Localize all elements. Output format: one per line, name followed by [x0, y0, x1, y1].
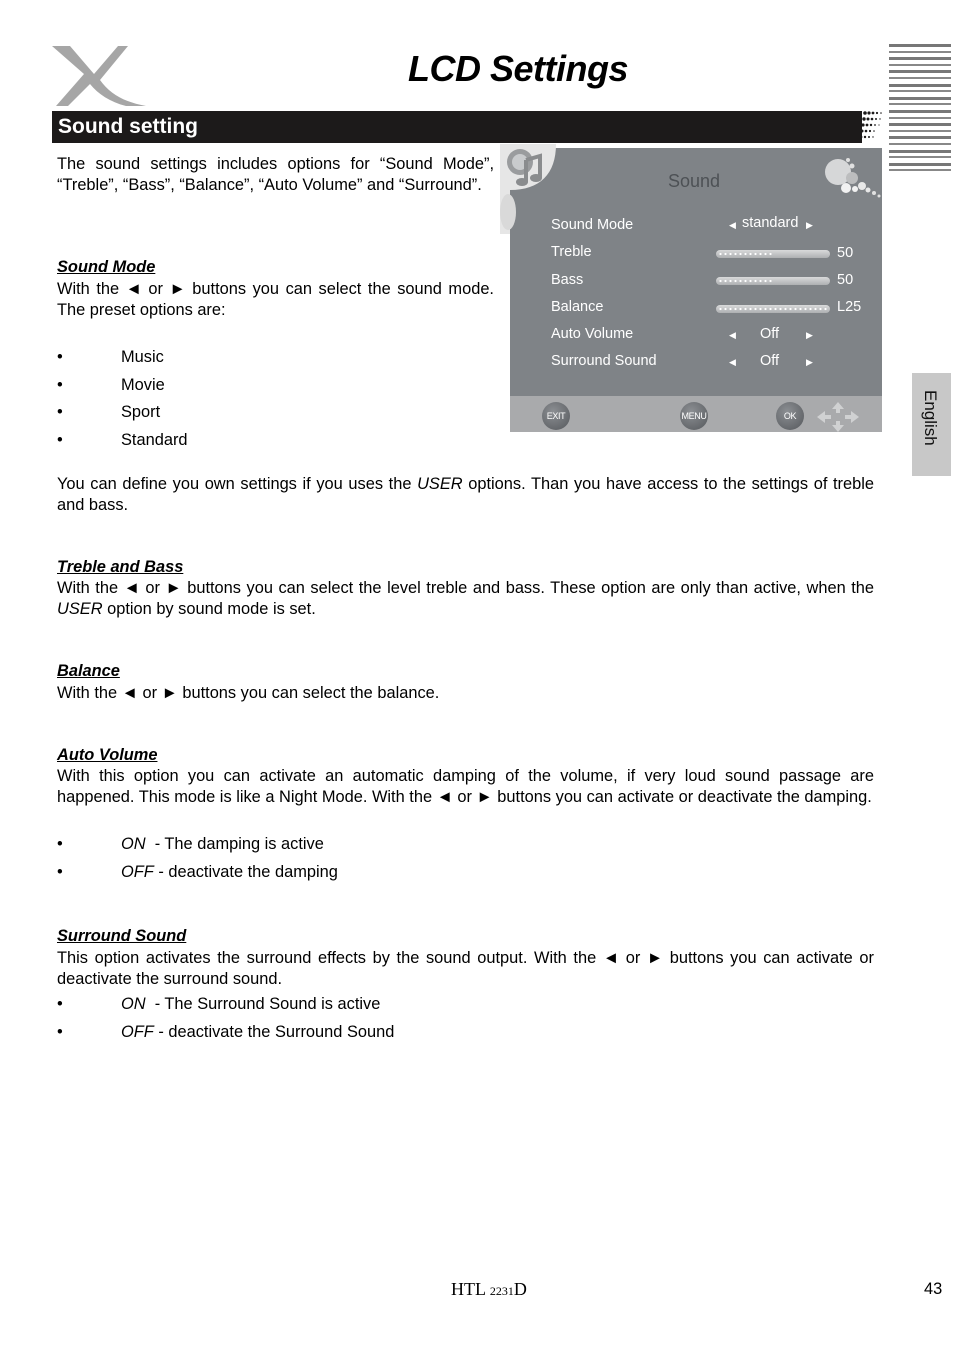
sound-mode-heading: Sound Mode — [57, 258, 156, 276]
halftone-decoration-icon — [838, 111, 882, 143]
option-label: Sport — [121, 403, 161, 421]
text-part: You can define you own settings if you u… — [57, 475, 418, 493]
osd-ok-button[interactable]: OK — [776, 402, 804, 430]
option-label: Standard — [121, 431, 188, 449]
section-title: Sound setting — [58, 115, 198, 138]
osd-treble-value: 50 — [837, 245, 854, 261]
osd-row-label: Treble — [551, 244, 592, 260]
bullet-icon: • — [57, 835, 63, 853]
option-label: Movie — [121, 376, 165, 394]
arrow-right-icon[interactable]: ▶ — [806, 357, 813, 368]
intro-paragraph: The sound settings includes options for … — [57, 155, 494, 194]
sound-mode-text: With the ◄ or ► buttons you can select t… — [57, 280, 494, 319]
treble-bass-heading: Treble and Bass — [57, 558, 184, 576]
arrow-right-icon[interactable]: ▶ — [806, 220, 813, 231]
osd-balance-slider[interactable] — [716, 305, 830, 313]
osd-row-label: Balance — [551, 299, 604, 315]
option-em: ON — [121, 835, 146, 853]
option-label: Music — [121, 348, 164, 366]
osd-row-label: Bass — [551, 272, 584, 288]
osd-row-label: Surround Sound — [551, 353, 657, 369]
osd-auto-volume-value[interactable]: Off — [760, 326, 779, 342]
balance-text: With the ◄ or ► buttons you can select t… — [57, 684, 440, 702]
bullet-icon: • — [57, 403, 63, 421]
direction-pad-icon — [817, 402, 859, 432]
osd-row-label: Auto Volume — [551, 326, 634, 342]
treble-bass-text: With the ◄ or ► buttons you can select t… — [57, 578, 874, 619]
option-label: OFF - deactivate the damping — [121, 863, 338, 882]
bullet-icon: • — [57, 995, 63, 1013]
arrow-right-icon[interactable]: ▶ — [806, 330, 813, 341]
bullet-icon: • — [57, 1023, 63, 1041]
arrow-left-icon[interactable]: ◀ — [729, 330, 736, 341]
slider-fill — [718, 279, 773, 283]
model-prefix: HTL — [451, 1279, 490, 1299]
text-part: option by sound mode is set. — [102, 599, 316, 618]
osd-surround-value[interactable]: Off — [760, 353, 779, 369]
osd-bass-slider[interactable] — [716, 277, 830, 285]
page-title: LCD Settings — [407, 48, 629, 89]
osd-sound-mode-value[interactable]: standard — [742, 215, 798, 231]
option-desc: - deactivate the damping — [153, 863, 338, 881]
osd-exit-button[interactable]: EXIT — [542, 402, 570, 430]
model-number: 2231 — [489, 1284, 514, 1298]
option-label: ON - The damping is active — [121, 835, 324, 854]
osd-balance-value: L25 — [837, 299, 862, 315]
osd-menu-button[interactable]: MENU — [680, 402, 708, 430]
speaker-music-icon — [500, 144, 556, 234]
bubbles-decoration-icon — [825, 158, 881, 198]
user-emphasis: USER — [417, 475, 463, 493]
auto-volume-text: With this option you can activate an aut… — [57, 767, 874, 806]
option-label: OFF - deactivate the Surround Sound — [121, 1023, 394, 1042]
bullet-icon: • — [57, 376, 63, 394]
option-desc: - deactivate the Surround Sound — [153, 1023, 395, 1041]
option-em: ON — [121, 995, 146, 1013]
option-em: OFF — [121, 863, 154, 881]
user-emphasis: USER — [57, 599, 103, 618]
language-tab-label: English — [921, 390, 940, 446]
auto-volume-heading: Auto Volume — [57, 746, 158, 764]
bullet-icon: • — [57, 348, 63, 366]
arrow-left-icon[interactable]: ◀ — [729, 220, 736, 231]
page-number: 43 — [924, 1280, 943, 1298]
user-settings-text: You can define you own settings if you u… — [57, 474, 874, 515]
option-desc: - The Surround Sound is active — [145, 995, 381, 1013]
model-name: HTL 2231D — [451, 1279, 527, 1300]
osd-row-label: Sound Mode — [551, 217, 634, 233]
osd-treble-slider[interactable] — [716, 250, 830, 258]
model-suffix: D — [513, 1279, 527, 1299]
bullet-icon: • — [57, 431, 63, 449]
option-desc: - The damping is active — [145, 835, 324, 853]
option-em: OFF — [121, 1023, 154, 1041]
osd-title: Sound — [668, 171, 721, 191]
language-tab[interactable]: English — [912, 373, 951, 476]
slider-fill — [718, 252, 773, 256]
surround-heading: Surround Sound — [57, 927, 187, 945]
text-part: With the ◄ or ► buttons you can select t… — [57, 579, 874, 597]
slider-fill — [718, 307, 828, 311]
balance-heading: Balance — [57, 662, 120, 680]
decorative-stripes — [889, 44, 951, 174]
osd-bass-value: 50 — [837, 272, 854, 288]
surround-text: This option activates the surround effec… — [57, 949, 874, 988]
bullet-icon: • — [57, 863, 63, 881]
option-label: ON - The Surround Sound is active — [121, 995, 380, 1014]
arrow-left-icon[interactable]: ◀ — [729, 357, 736, 368]
